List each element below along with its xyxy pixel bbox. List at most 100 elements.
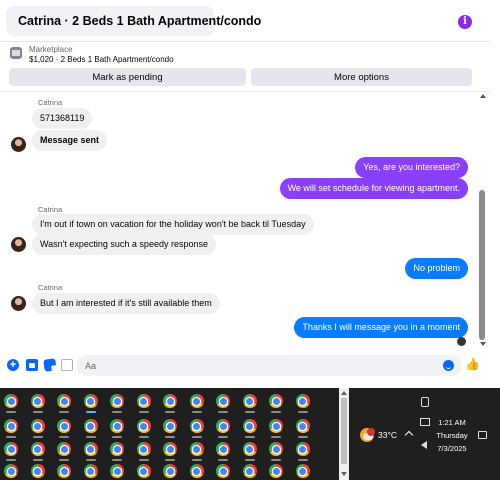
taskbar-scrollbar[interactable] [339, 388, 349, 480]
taskbar-app-button[interactable] [294, 417, 312, 438]
taskbar-app-button[interactable] [214, 392, 232, 413]
running-indicator [6, 459, 16, 461]
incoming-message[interactable]: 571368119 [32, 108, 93, 129]
taskbar-app-button[interactable] [108, 392, 126, 413]
chrome-icon [136, 464, 151, 478]
taskbar-app-button[interactable] [214, 417, 232, 438]
taskbar-app-button[interactable] [161, 417, 179, 438]
taskbar-app-button[interactable] [214, 462, 232, 480]
chrome-icon [242, 464, 257, 478]
running-indicator [59, 411, 69, 413]
taskbar-app-button[interactable] [188, 417, 206, 438]
taskbar-app-button[interactable] [29, 417, 47, 438]
taskbar-app-button[interactable] [2, 462, 20, 480]
taskbar-app-button[interactable] [55, 392, 73, 413]
listing-summary[interactable]: $1,020 · 2 Beds 1 Bath Apartment/condo [29, 55, 174, 64]
outgoing-message[interactable]: No problem [405, 258, 468, 279]
taskbar-app-button[interactable] [55, 462, 73, 480]
incoming-message[interactable]: Message sent [32, 130, 108, 151]
running-indicator [85, 459, 96, 461]
taskbar-app-button[interactable] [294, 462, 312, 480]
image-icon[interactable] [26, 359, 38, 371]
taskbar-app-button[interactable] [214, 440, 232, 461]
taskbar-app-button[interactable] [241, 392, 259, 413]
incoming-message[interactable]: I'm out if town on vacation for the holi… [32, 214, 314, 235]
taskbar-app-button[interactable] [161, 440, 179, 461]
taskbar-app-button[interactable] [108, 440, 126, 461]
taskbar-app-button[interactable] [55, 417, 73, 438]
taskbar-app-button[interactable] [241, 440, 259, 461]
taskbar-app-button[interactable] [135, 462, 153, 480]
gif-icon[interactable] [61, 359, 73, 371]
scrollbar-thumb[interactable] [479, 190, 485, 340]
taskbar-app-button[interactable] [188, 392, 206, 413]
taskbar-app-button[interactable] [294, 392, 312, 413]
taskbar-app-button[interactable] [267, 392, 285, 413]
taskbar-app-button[interactable] [2, 417, 20, 438]
device-icon[interactable] [421, 397, 429, 407]
info-icon[interactable]: i [458, 15, 472, 29]
outgoing-message[interactable]: Thanks I will message you in a moment [294, 317, 468, 338]
taskbar-app-button[interactable] [135, 417, 153, 438]
taskbar-app-button[interactable] [188, 462, 206, 480]
notification-icon[interactable] [478, 431, 487, 439]
emoji-icon[interactable] [443, 360, 454, 371]
taskbar-app-button[interactable] [2, 392, 20, 413]
taskbar-app-button[interactable] [82, 417, 100, 438]
more-options-button[interactable]: More options [251, 68, 472, 86]
taskbar-app-button[interactable] [108, 462, 126, 480]
running-indicator [32, 436, 43, 438]
running-indicator [271, 459, 281, 461]
chrome-icon [269, 394, 283, 408]
taskbar-app-button[interactable] [267, 462, 285, 480]
chrome-icon [216, 394, 230, 408]
network-icon[interactable] [420, 418, 430, 426]
outgoing-message[interactable]: Yes, are you interested? [355, 157, 468, 178]
taskbar-app-button[interactable] [161, 392, 179, 413]
taskbar-app-button[interactable] [135, 392, 153, 413]
taskbar-app-button[interactable] [267, 417, 285, 438]
plus-icon[interactable]: + [7, 359, 19, 371]
weather-alert-badge [367, 428, 375, 436]
taskbar-app-button[interactable] [267, 440, 285, 461]
taskbar-app-button[interactable] [161, 462, 179, 480]
taskbar-app-button[interactable] [29, 440, 47, 461]
contact-avatar[interactable] [11, 237, 26, 252]
incoming-message[interactable]: But I am interested if it's still availa… [32, 293, 220, 314]
taskbar-app-button[interactable] [135, 440, 153, 461]
taskbar-app-button[interactable] [2, 440, 20, 461]
running-indicator [138, 411, 149, 413]
marketplace-icon [10, 47, 22, 59]
taskbar-app-button[interactable] [108, 417, 126, 438]
message-thread[interactable]: Catrina 571368119 Message sent Yes, are … [0, 92, 478, 350]
taskbar-app-button[interactable] [188, 440, 206, 461]
scroll-down-arrow[interactable] [341, 472, 347, 476]
chrome-icon [163, 419, 177, 433]
chevron-up-icon[interactable] [404, 430, 414, 440]
taskbar-app-button[interactable] [82, 462, 100, 480]
taskbar-app-button[interactable] [82, 392, 100, 413]
taskbar-app-button[interactable] [241, 417, 259, 438]
contact-avatar[interactable] [11, 296, 26, 311]
incoming-message[interactable]: Wasn't expecting such a speedy response [32, 234, 216, 255]
scroll-up-arrow[interactable] [341, 391, 347, 395]
scrollbar-thumb[interactable] [341, 398, 347, 464]
message-input[interactable] [77, 355, 462, 376]
mark-as-pending-button[interactable]: Mark as pending [9, 68, 246, 86]
sticker-icon[interactable] [43, 358, 57, 372]
outgoing-message[interactable]: We will set schedule for viewing apartme… [279, 178, 468, 199]
taskbar-app-button[interactable] [241, 462, 259, 480]
scroll-up-arrow[interactable] [480, 94, 486, 98]
taskbar-app-button[interactable] [29, 392, 47, 413]
system-clock[interactable]: 1:21 AM Thursday 7/3/2025 [432, 416, 472, 455]
volume-icon[interactable] [421, 441, 427, 449]
contact-avatar[interactable] [11, 137, 26, 152]
scroll-down-arrow[interactable] [480, 342, 486, 346]
taskbar-app-button[interactable] [82, 440, 100, 461]
weather-widget[interactable]: 33°C [360, 428, 397, 442]
thumbs-up-icon[interactable]: 👍 [465, 358, 480, 371]
taskbar-app-button[interactable] [294, 440, 312, 461]
conversation-title-chip[interactable]: Catrina · 2 Beds 1 Bath Apartment/condo [6, 6, 261, 36]
taskbar-app-button[interactable] [29, 462, 47, 480]
taskbar-app-button[interactable] [55, 440, 73, 461]
